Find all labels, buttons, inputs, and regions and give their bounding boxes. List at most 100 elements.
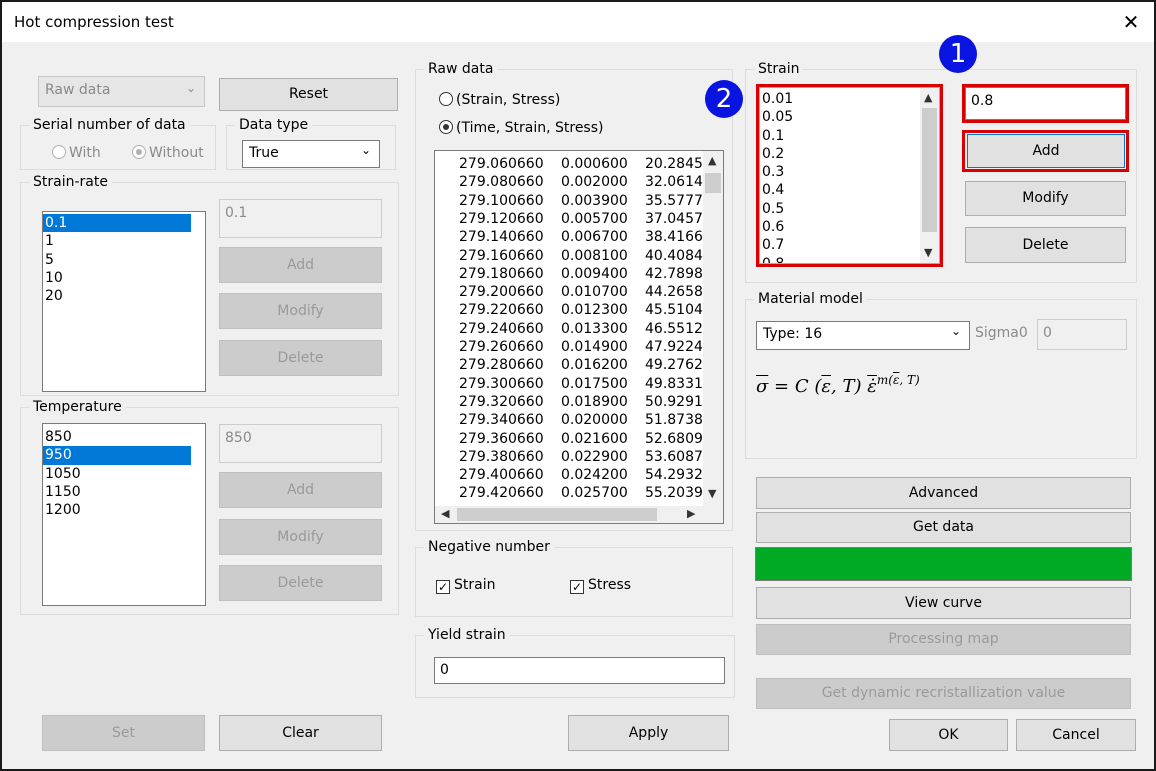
table-cell: 38.4166 (645, 229, 703, 246)
table-row[interactable]: 279.340660 0.020000 51.8738 (435, 411, 703, 429)
raw-data-vscrollbar[interactable]: ▲ ▼ (703, 151, 723, 506)
list-item[interactable]: 1200 (43, 501, 205, 519)
raw-data-table[interactable]: 279.060660 0.000600 20.2845 279.080660 0.002… (434, 150, 724, 524)
constitutive-formula: σ = C (ε, T) ε̇m(ε, T) (756, 373, 920, 397)
strain-modify-button[interactable]: Modify (965, 181, 1126, 216)
table-row[interactable]: 279.080660 0.002000 32.0614 (435, 173, 703, 191)
list-item[interactable]: 20 (43, 287, 205, 305)
table-row[interactable]: 279.200660 0.010700 44.2658 (435, 283, 703, 301)
table-row[interactable]: 279.180660 0.009400 42.7898 (435, 265, 703, 283)
table-row[interactable]: 279.100660 0.003900 35.5777 (435, 192, 703, 210)
table-row[interactable]: 279.300660 0.017500 49.8331 (435, 375, 703, 393)
table-row[interactable]: 279.420660 0.025700 55.2039 (435, 484, 703, 502)
table-cell: 279.200660 (459, 284, 544, 301)
list-item[interactable]: 5 (43, 251, 205, 269)
table-cell: 32.0614 (645, 174, 703, 191)
raw-data-hscrollbar[interactable]: ◀ ▶ (435, 506, 723, 523)
table-cell: 279.060660 (459, 156, 544, 172)
strain-rate-delete-button: Delete (219, 340, 382, 376)
table-row[interactable]: 279.400660 0.024200 54.2932 (435, 466, 703, 484)
table-cell: 279.100660 (459, 192, 544, 209)
clear-button[interactable]: Clear (219, 715, 382, 751)
table-cell: 0.021600 (561, 430, 628, 447)
table-cell: 279.180660 (459, 265, 544, 282)
table-row[interactable]: 279.260660 0.014900 47.9224 (435, 338, 703, 356)
material-type-value: Type: 16 (763, 326, 823, 342)
material-type-combo[interactable]: Type: 16 ⌄ (756, 321, 970, 350)
table-cell: 279.400660 (459, 467, 544, 484)
strain-delete-button[interactable]: Delete (965, 227, 1126, 263)
annotation-badge-1: 1 (939, 35, 977, 73)
scroll-thumb[interactable] (457, 508, 657, 521)
temperature-add-button: Add (219, 472, 382, 508)
table-cell: 279.280660 (459, 357, 544, 374)
list-item[interactable]: 950 (43, 446, 191, 465)
table-row[interactable]: 279.220660 0.012300 45.5104 (435, 301, 703, 319)
get-data-button[interactable]: Get data (756, 512, 1131, 543)
table-cell: 279.260660 (459, 339, 544, 355)
view-curve-button[interactable]: View curve (756, 587, 1131, 619)
highlight-strain-input (962, 84, 1129, 123)
data-type-group-label: Data type (235, 116, 313, 134)
chevron-down-icon: ⌄ (360, 143, 371, 157)
list-item[interactable]: 1050 (43, 465, 205, 483)
table-cell: 55.2039 (645, 485, 703, 502)
raw-strain-stress-radio[interactable]: (Strain, Stress) (439, 92, 560, 108)
negative-stress-checkbox[interactable]: ✓ Stress (570, 577, 631, 594)
strain-group-label: Strain (754, 60, 804, 78)
table-row[interactable]: 279.160660 0.008100 40.4084 (435, 247, 703, 265)
table-cell: 40.4084 (645, 247, 703, 264)
apply-button[interactable]: Apply (568, 715, 729, 751)
material-model-group-label: Material model (754, 290, 867, 308)
scroll-up-icon[interactable]: ▲ (708, 154, 716, 167)
source-combo: Raw data ⌄ (38, 76, 205, 107)
temperature-delete-button: Delete (219, 565, 382, 601)
table-row[interactable]: 279.120660 0.005700 37.0457 (435, 210, 703, 228)
table-row[interactable]: 279.140660 0.006700 38.4166 (435, 228, 703, 246)
strain-rate-list[interactable]: 0.1 1 5 10 20 (42, 211, 206, 392)
advanced-button[interactable]: Advanced (756, 477, 1131, 509)
strain-rate-input: 0.1 (219, 199, 382, 238)
yield-strain-input[interactable]: 0 (434, 657, 725, 684)
table-cell: 0.012300 (561, 302, 628, 319)
scroll-down-icon[interactable]: ▼ (708, 487, 716, 500)
scroll-thumb[interactable] (705, 173, 721, 193)
raw-data-group-label: Raw data (424, 60, 498, 78)
table-cell: 53.6087 (645, 448, 703, 465)
close-icon[interactable]: ✕ (1116, 8, 1146, 36)
table-cell: 0.006700 (561, 229, 628, 246)
table-row[interactable]: 279.240660 0.013300 46.5512 (435, 320, 703, 338)
list-item[interactable]: 0.1 (43, 214, 191, 233)
table-cell: 0.020000 (561, 412, 628, 429)
temperature-input: 850 (219, 424, 382, 463)
table-cell: 0.025700 (561, 485, 628, 502)
table-cell: 279.160660 (459, 247, 544, 264)
table-row[interactable]: 279.320660 0.018900 50.9291 (435, 393, 703, 411)
list-item[interactable]: 1 (43, 232, 205, 250)
table-row[interactable]: 279.280660 0.016200 49.2762 (435, 356, 703, 374)
table-cell: 279.140660 (459, 229, 544, 246)
table-cell: 279.240660 (459, 320, 544, 337)
cancel-button[interactable]: Cancel (1016, 719, 1136, 751)
table-row[interactable]: 279.380660 0.022900 53.6087 (435, 448, 703, 466)
data-type-combo[interactable]: True ⌄ (242, 140, 380, 168)
progress-bar (755, 547, 1132, 581)
table-cell: 279.080660 (459, 174, 544, 191)
scroll-left-icon[interactable]: ◀ (441, 507, 449, 520)
reset-button[interactable]: Reset (219, 78, 398, 111)
chevron-down-icon: ⌄ (185, 81, 196, 95)
table-cell: 45.5104 (645, 302, 703, 319)
list-item[interactable]: 850 (43, 428, 205, 446)
raw-time-strain-stress-radio[interactable]: (Time, Strain, Stress) (439, 120, 604, 136)
negative-strain-checkbox[interactable]: ✓ Strain (436, 577, 495, 594)
list-item[interactable]: 1150 (43, 483, 205, 501)
radio-selected-icon (132, 145, 146, 159)
title-bar: Hot compression test ✕ (2, 2, 1154, 42)
temperature-list[interactable]: 850 950 1050 1150 1200 (42, 423, 206, 606)
table-row[interactable]: 279.060660 0.000600 20.2845 (435, 155, 703, 173)
table-row[interactable]: 279.360660 0.021600 52.6809 (435, 430, 703, 448)
table-cell: 37.0457 (645, 210, 703, 227)
ok-button[interactable]: OK (889, 719, 1008, 751)
list-item[interactable]: 10 (43, 269, 205, 287)
scroll-right-icon[interactable]: ▶ (687, 507, 695, 520)
